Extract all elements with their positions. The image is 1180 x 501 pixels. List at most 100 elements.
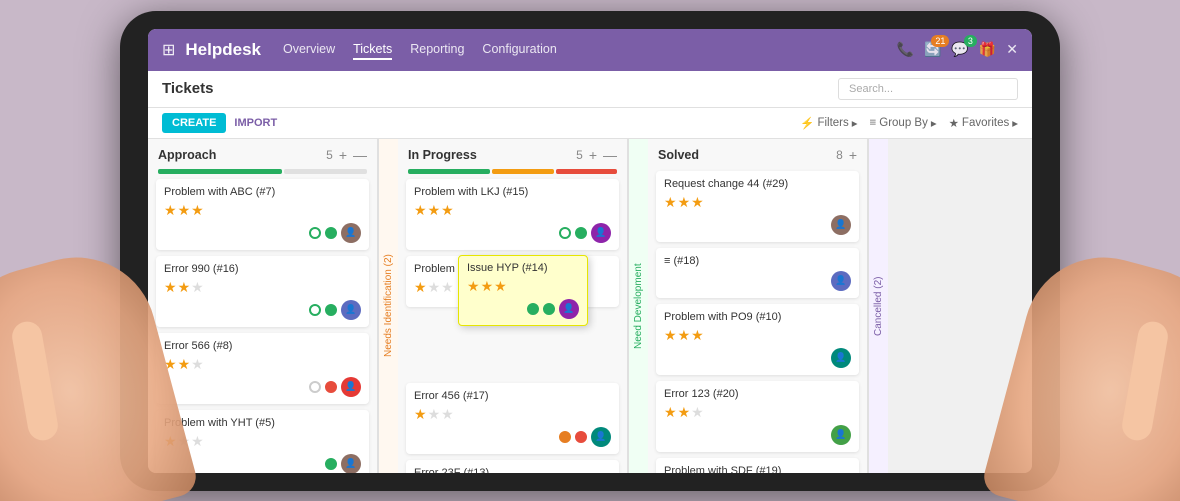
status-dot[interactable] <box>325 458 337 470</box>
card-approach-1[interactable]: Problem with ABC (#7) ★ ★ ★ 👤 <box>156 179 369 250</box>
card-solved-5[interactable]: Problem with SDF (#19) ★ ★ ★ 👤 <box>656 458 859 473</box>
nav-tickets[interactable]: Tickets <box>353 40 392 60</box>
card-solved-2[interactable]: ≡ (#18) 👤 <box>656 248 859 298</box>
status-dot[interactable] <box>527 303 539 315</box>
search-input[interactable]: Search... <box>838 78 1018 100</box>
collapse-col-icon[interactable]: — <box>603 147 617 163</box>
card-footer: 👤 <box>164 223 361 243</box>
star-3: ★ <box>691 194 704 211</box>
grid-icon[interactable]: ⊞ <box>162 40 175 60</box>
progress-seg-red <box>556 169 618 174</box>
col-title-approach: Approach <box>158 148 320 162</box>
star-2: ★ <box>428 279 441 296</box>
tablet-frame: ⊞ Helpdesk Overview Tickets Reporting Co… <box>120 11 1060 491</box>
cards-approach: Problem with ABC (#7) ★ ★ ★ 👤 <box>148 175 377 473</box>
card-solved-1[interactable]: Request change 44 (#29) ★ ★ ★ 👤 <box>656 171 859 242</box>
card-title: Problem with LKJ (#15) <box>414 186 611 198</box>
favorites-button[interactable]: ★ Favorites ▸ <box>949 116 1018 130</box>
column-in-progress: In Progress 5 + — Problem with LKJ (#15) <box>398 139 628 473</box>
chat-badge: 3 <box>964 35 977 47</box>
create-button[interactable]: CREATE <box>162 113 226 133</box>
star-2: ★ <box>678 194 691 211</box>
star-3: ★ <box>691 404 704 421</box>
status-dot[interactable] <box>309 227 321 239</box>
status-dot-2[interactable] <box>325 381 337 393</box>
col-title-in-progress: In Progress <box>408 148 570 162</box>
star-3: ★ <box>441 279 454 296</box>
group-by-button[interactable]: ≡ Group By ▸ <box>870 116 937 130</box>
card-title: Error 23F (#13) <box>414 467 611 473</box>
popup-stars: ★ ★ ★ <box>467 278 579 295</box>
nav-overview[interactable]: Overview <box>283 40 335 60</box>
star-2: ★ <box>678 327 691 344</box>
progress-seg-green <box>158 169 282 174</box>
status-dot-2[interactable] <box>575 227 587 239</box>
refresh-icon[interactable]: 🔄21 <box>924 41 941 58</box>
status-dot-2[interactable] <box>325 304 337 316</box>
star-1: ★ <box>664 404 677 421</box>
card-footer: 👤 <box>664 425 851 445</box>
status-dot-2[interactable] <box>575 431 587 443</box>
filters-button[interactable]: ⚡ Filters ▸ <box>800 116 857 130</box>
status-dot[interactable] <box>309 304 321 316</box>
star-3: ★ <box>441 202 454 219</box>
card-stars: ★ ★ ★ <box>414 406 611 423</box>
star-2: ★ <box>428 406 441 423</box>
card-title: Error 566 (#8) <box>164 340 361 352</box>
card-title: Request change 44 (#29) <box>664 178 851 190</box>
status-dot[interactable] <box>559 227 571 239</box>
avatar: 👤 <box>559 299 579 319</box>
card-footer: 👤 <box>164 454 361 473</box>
gift-icon[interactable]: 🎁 <box>979 41 996 58</box>
avatar: 👤 <box>341 454 361 473</box>
star-3: ★ <box>691 327 704 344</box>
col-header-in-progress: In Progress 5 + — <box>398 139 627 167</box>
card-inprogress-4[interactable]: Error 23F (#13) ★ ★ ★ 👤 <box>406 460 619 473</box>
nav-configuration[interactable]: Configuration <box>482 40 556 60</box>
card-solved-4[interactable]: Error 123 (#20) ★ ★ ★ 👤 <box>656 381 859 452</box>
avatar: 👤 <box>341 377 361 397</box>
status-dot-2[interactable] <box>325 227 337 239</box>
card-footer: 👤 <box>414 427 611 447</box>
avatar: 👤 <box>591 223 611 243</box>
card-stars: ★ ★ ★ <box>414 202 611 219</box>
star-3: ★ <box>191 202 204 219</box>
nav-reporting[interactable]: Reporting <box>410 40 464 60</box>
star-1: ★ <box>414 279 427 296</box>
chat-icon[interactable]: 💬3 <box>951 41 968 58</box>
filter-group: ⚡ Filters ▸ ≡ Group By ▸ ★ Favorites ▸ <box>800 116 1018 130</box>
avatar: 👤 <box>341 300 361 320</box>
status-dot[interactable] <box>559 431 571 443</box>
card-stars: ★ ★ ★ <box>664 194 851 211</box>
kanban-area: Approach 5 + — Problem with ABC (#7) <box>148 139 1032 473</box>
card-solved-3[interactable]: Problem with PO9 (#10) ★ ★ ★ 👤 <box>656 304 859 375</box>
popup-title: Issue HYP (#14) <box>467 262 579 274</box>
card-approach-3[interactable]: Error 566 (#8) ★ ★ ★ 👤 <box>156 333 369 404</box>
card-footer: 👤 <box>664 348 851 368</box>
star-3: ★ <box>441 406 454 423</box>
star-3: ★ <box>494 278 507 295</box>
card-approach-2[interactable]: Error 990 (#16) ★ ★ ★ 👤 <box>156 256 369 327</box>
add-card-icon[interactable]: + <box>589 147 597 163</box>
status-dot[interactable] <box>309 381 321 393</box>
card-inprogress-3[interactable]: Error 456 (#17) ★ ★ ★ 👤 <box>406 383 619 454</box>
add-card-icon[interactable]: + <box>339 147 347 163</box>
star-1: ★ <box>164 356 177 373</box>
card-stars: ★ ★ ★ <box>164 433 361 450</box>
card-inprogress-1[interactable]: Problem with LKJ (#15) ★ ★ ★ 👤 <box>406 179 619 250</box>
card-title: Problem with ABC (#7) <box>164 186 361 198</box>
card-approach-4[interactable]: Problem with YHT (#5) ★ ★ ★ 👤 <box>156 410 369 473</box>
import-button[interactable]: IMPORT <box>234 117 277 129</box>
column-solved: Solved 8 + Request change 44 (#29) ★ ★ ★ <box>648 139 868 473</box>
progress-approach <box>148 167 377 175</box>
collapse-col-icon[interactable]: — <box>353 147 367 163</box>
star-2: ★ <box>178 279 191 296</box>
col-header-solved: Solved 8 + <box>648 139 867 167</box>
close-icon[interactable]: ✕ <box>1006 41 1018 58</box>
star-2: ★ <box>178 356 191 373</box>
popup-card-hyp14[interactable]: Issue HYP (#14) ★ ★ ★ 👤 <box>458 255 588 326</box>
status-dot-2[interactable] <box>543 303 555 315</box>
add-card-icon[interactable]: + <box>849 147 857 163</box>
phone-icon[interactable]: 📞 <box>897 41 914 58</box>
col-count-solved: 8 <box>836 148 843 162</box>
